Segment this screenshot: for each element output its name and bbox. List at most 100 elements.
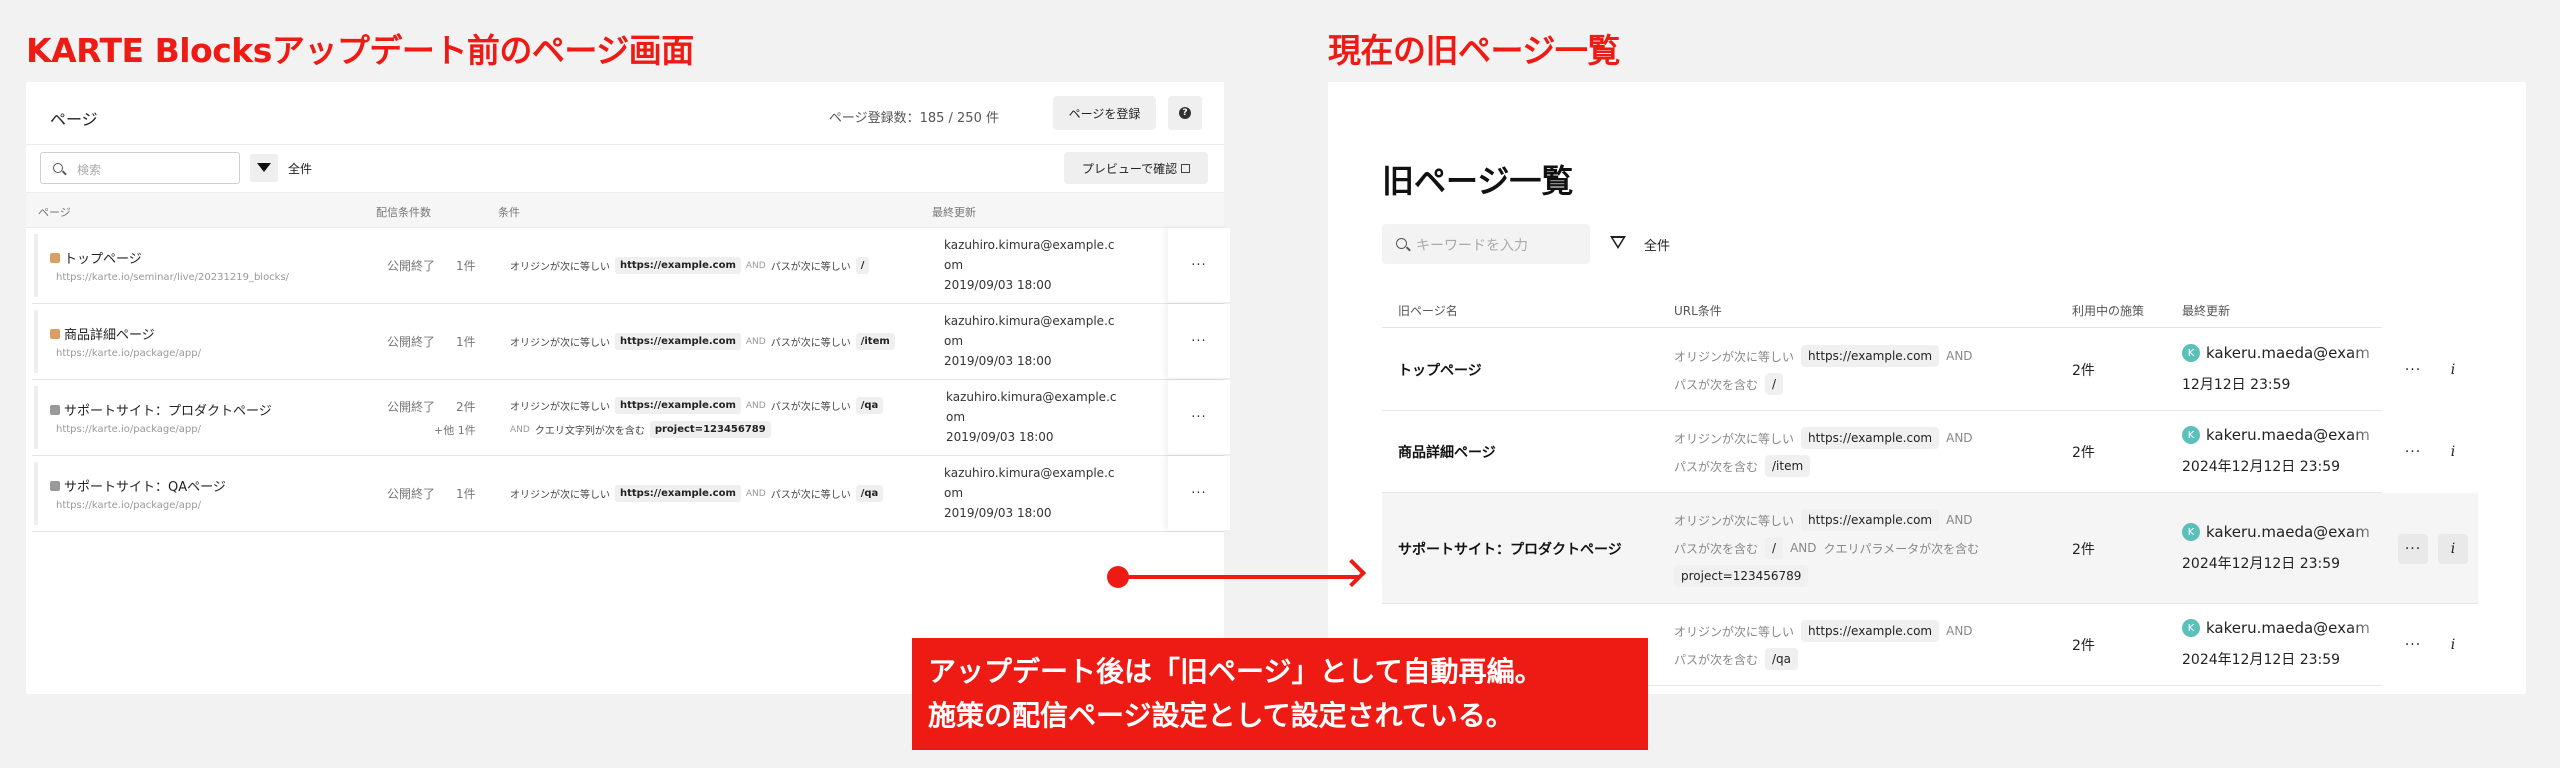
condition: オリジンが次に等しい https://example.com AND パスが次に… [510, 333, 895, 350]
cond-text: パスが次に等しい [770, 338, 851, 349]
status: 公開終了 [387, 335, 436, 349]
callout-line-2: 施策の配信ページ設定として設定されている。 [928, 699, 1514, 732]
filter-icon[interactable] [1610, 235, 1626, 251]
more-actions-button[interactable]: ··· [1168, 304, 1230, 378]
updated-by-email: kakeru.maeda@exam [2206, 426, 2370, 444]
legacy-page-name: 商品詳細ページ [1398, 445, 1496, 461]
row-marker [34, 310, 38, 373]
cond-value: https://example.com [615, 485, 741, 502]
more-actions-button[interactable]: ··· [2398, 534, 2428, 564]
cond-and: AND [1790, 541, 1817, 555]
cond-value: /item [1765, 455, 1811, 477]
right-heading: 現在の旧ページ一覧 [1328, 31, 1620, 70]
table-row[interactable]: 商品詳細ページ https://karte.io/package/app/ 公開… [32, 304, 1230, 380]
cond-text: クエリ文字列が次を含む [534, 426, 645, 437]
row-marker [34, 462, 38, 525]
cond-text: パスが次に等しい [770, 490, 851, 501]
cond-text: パスが次を含む [1674, 377, 1759, 392]
page-url: https://karte.io/package/app/ [56, 348, 201, 359]
page-name-text: トップページ [64, 252, 142, 267]
register-page-button[interactable]: ページを登録 [1053, 96, 1156, 130]
more-actions-button[interactable]: ··· [2398, 437, 2428, 467]
page-url: https://karte.io/package/app/ [56, 500, 201, 511]
updated-by: kazuhiro.kimura@example.c [944, 466, 1115, 480]
preview-label: プレビューで確認 [1081, 161, 1178, 176]
page-name-text: サポートサイト：QAページ [64, 480, 226, 495]
info-button[interactable]: i [2438, 630, 2468, 660]
page-icon [50, 480, 60, 491]
more-actions-button[interactable]: ··· [1168, 228, 1230, 302]
condition: オリジンが次に等しい https://example.com AND パスが次に… [510, 257, 870, 274]
table-row[interactable]: サポートサイト：プロダクトページ オリジンが次に等しい https://exam… [1382, 493, 2478, 604]
condition: オリジンが次に等しい https://example.com AND パスが次に… [510, 397, 884, 414]
info-button[interactable]: i [2438, 534, 2468, 564]
cond-text: オリジンが次に等しい [1674, 624, 1795, 639]
search-input[interactable]: 検索 [40, 152, 240, 184]
col-name: 旧ページ名 [1398, 304, 1458, 318]
more-actions-button[interactable]: ··· [2398, 355, 2428, 385]
cond-value: https://example.com [615, 257, 741, 274]
text-fade [2350, 616, 2390, 642]
table-row[interactable]: サポートサイト：QAページ https://karte.io/package/a… [32, 456, 1230, 532]
last-updated: kazuhiro.kimura@example.c om 2019/09/03 … [944, 463, 1115, 523]
arrow-start-dot [1107, 566, 1129, 588]
text-fade [2350, 423, 2390, 449]
cond-text: パスが次に等しい [770, 262, 851, 273]
cond-value: https://example.com [1801, 620, 1940, 642]
updated-by: Kkakeru.maeda@exam [2182, 344, 2370, 362]
page-title: 旧ページ一覧 [1382, 162, 1574, 200]
cond-text: オリジンが次に等しい [1674, 431, 1795, 446]
url-condition: パスが次を含む / [1674, 373, 1784, 395]
table-header: ページ 配信条件数 条件 最終更新 [26, 192, 1224, 228]
more-actions-button[interactable]: ··· [1168, 380, 1230, 454]
table-row[interactable]: サポートサイト：プロダクトページ https://karte.io/packag… [32, 380, 1230, 456]
page-name: 商品詳細ページ [50, 324, 155, 343]
updated-date: 2024年12月12日 23:59 [2182, 556, 2341, 572]
updated-by-cont: om [944, 258, 964, 272]
filter-label: 全件 [1644, 239, 1671, 254]
table-row[interactable]: トップページ https://karte.io/seminar/live/202… [32, 228, 1230, 304]
table-row[interactable]: 商品詳細ページ オリジンが次に等しい https://example.com A… [1382, 411, 2455, 493]
help-button[interactable]: ? [1168, 96, 1202, 130]
updated-date: 12月12日 23:59 [2182, 377, 2291, 393]
updated-by-email: kakeru.maeda@exam [2206, 523, 2370, 541]
info-button[interactable]: i [2438, 355, 2468, 385]
avatar: K [2182, 344, 2200, 362]
question-icon: ? [1179, 107, 1191, 119]
updated-by-email: kakeru.maeda@exam [2206, 619, 2370, 637]
condition: AND クエリ文字列が次を含む project=123456789 [510, 421, 771, 438]
more-actions-button[interactable]: ··· [2398, 630, 2428, 660]
updated-by: kazuhiro.kimura@example.c [946, 390, 1117, 404]
page-url: https://karte.io/seminar/live/20231219_b… [56, 272, 290, 283]
url-condition: project=123456789 [1674, 565, 1809, 587]
filter-icon[interactable] [250, 154, 278, 182]
divider [26, 144, 1224, 145]
table-row[interactable]: トップページ オリジンが次に等しい https://example.com AN… [1382, 329, 2455, 411]
cond-and: AND [1946, 624, 1973, 638]
legacy-page-name: トップページ [1398, 363, 1482, 379]
updated-date: 2024年12月12日 23:59 [2182, 459, 2341, 475]
more-actions-button[interactable]: ··· [1168, 456, 1230, 530]
cond-value: /qa [1765, 648, 1799, 670]
page-name: サポートサイト：QAページ [50, 476, 226, 495]
col-conditions: 条件 [498, 206, 520, 219]
search-input[interactable]: キーワードを入力 [1382, 224, 1590, 264]
url-condition: パスが次を含む /qa [1674, 648, 1799, 670]
updated-by: kazuhiro.kimura@example.c [944, 314, 1115, 328]
cond-value: / [855, 257, 870, 274]
preview-button[interactable]: プレビューで確認 [1064, 152, 1208, 184]
condition-count: 2件 [456, 400, 476, 414]
url-condition: オリジンが次に等しい https://example.com AND [1674, 345, 1973, 367]
cond-and: AND [1946, 349, 1973, 363]
cond-text: オリジンが次に等しい [1674, 513, 1795, 528]
updated-date: 2019/09/03 18:00 [944, 354, 1052, 368]
updated-date: 2019/09/03 18:00 [944, 278, 1052, 292]
info-button[interactable]: i [2438, 437, 2468, 467]
search-icon [1396, 238, 1407, 249]
cond-text: パスが次を含む [1674, 541, 1759, 556]
campaign-count: 2件 [2072, 638, 2095, 654]
status: 公開終了 [387, 259, 436, 273]
updated-date: 2019/09/03 18:00 [946, 430, 1054, 444]
cond-text: オリジンが次に等しい [510, 402, 610, 413]
url-condition: パスが次を含む /item [1674, 455, 1811, 477]
